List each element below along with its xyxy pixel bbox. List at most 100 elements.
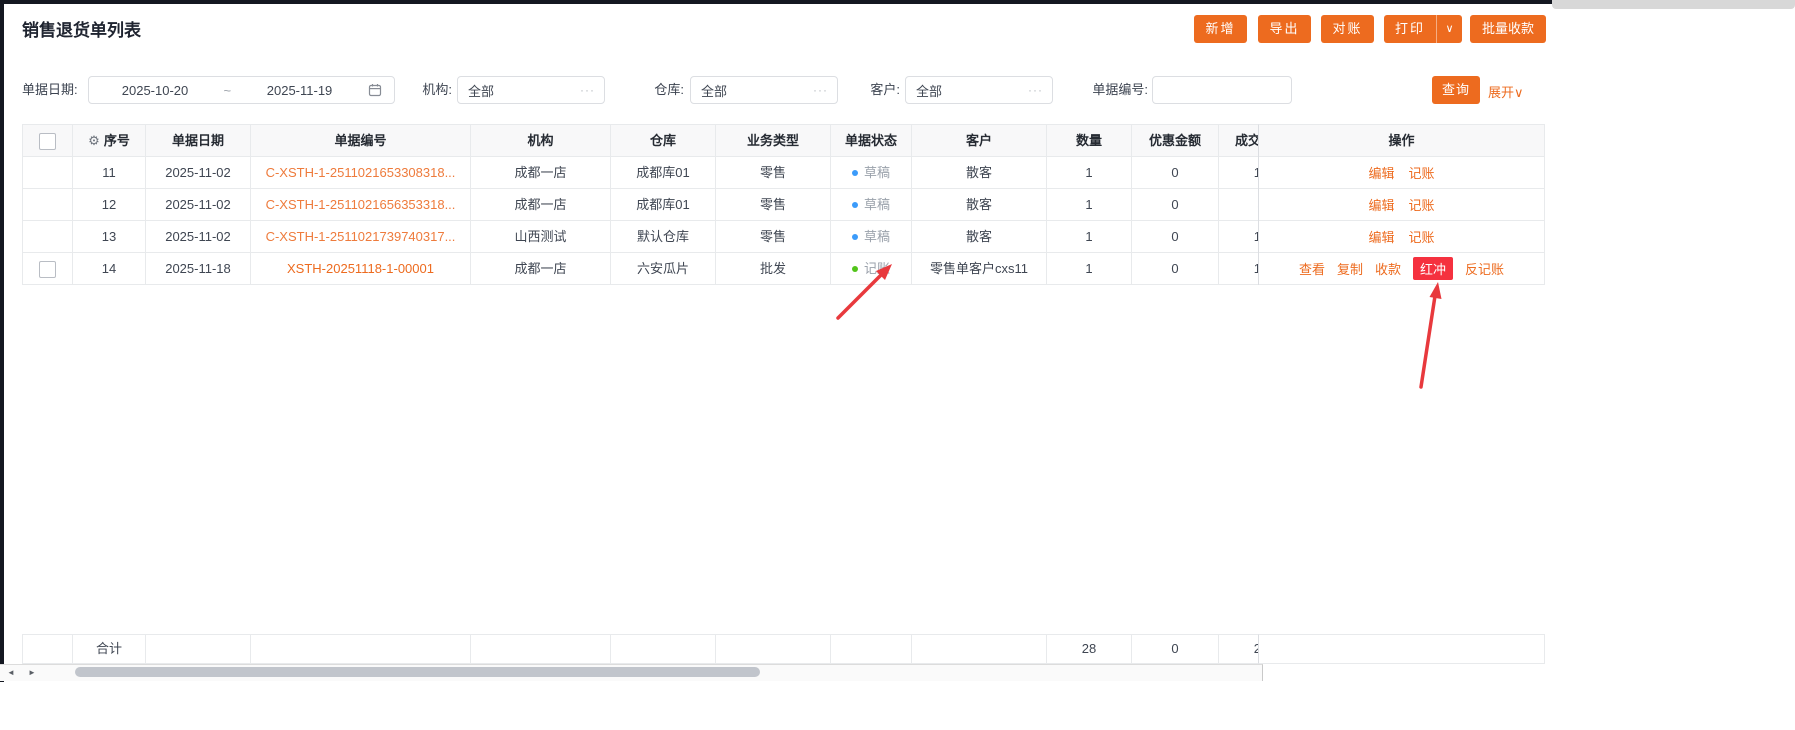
- bill-no-input[interactable]: [1153, 77, 1291, 103]
- reconcile-button[interactable]: 对账: [1321, 15, 1374, 43]
- actions-row: 编辑 记账: [1259, 189, 1544, 221]
- cell-warehouse: 六安瓜片: [611, 253, 716, 284]
- cell-warehouse: 默认仓库: [611, 221, 716, 252]
- add-button[interactable]: 新增: [1194, 15, 1247, 43]
- cell-customer: 散客: [912, 157, 1047, 188]
- actions-column: 操作 编辑 记账 编辑 记账 编辑 记账 查看 复制 收款 红冲 反记账: [1258, 124, 1545, 285]
- column-settings-gear-icon[interactable]: ⚙: [88, 133, 100, 148]
- date-to-value[interactable]: 2025-11-19: [246, 83, 354, 98]
- totals-qty: 28: [1047, 635, 1132, 663]
- red-flush-button[interactable]: 红冲: [1413, 257, 1454, 280]
- customer-filter-label: 客户:: [870, 82, 900, 97]
- table-row: 11 2025-11-02 C-XSTH-1-2511021653308318.…: [23, 157, 1258, 189]
- cell-date: 2025-11-02: [146, 189, 251, 220]
- cell-discount: 0: [1132, 157, 1219, 188]
- warehouse-select-value: 全部: [701, 83, 728, 99]
- header-discount: 优惠金额: [1132, 125, 1219, 156]
- cell-seq: 12: [73, 189, 146, 220]
- horizontal-scrollbar-thumb[interactable]: [75, 667, 760, 677]
- edit-link[interactable]: 编辑: [1368, 227, 1394, 246]
- status-dot-draft: [851, 234, 858, 240]
- window-left-edge: [0, 0, 4, 682]
- cell-org: 成都一店: [471, 253, 611, 284]
- batch-receive-button[interactable]: 批量收款: [1470, 15, 1546, 43]
- status-dot-draft: [851, 202, 858, 208]
- print-dropdown-caret-icon[interactable]: ∨: [1436, 15, 1462, 43]
- totals-actions-cell: [1258, 634, 1545, 664]
- cell-qty: 1: [1047, 253, 1132, 284]
- table-row: 14 2025-11-18 XSTH-20251118-1-00001 成都一店…: [23, 253, 1258, 285]
- view-link[interactable]: 查看: [1299, 259, 1325, 278]
- receive-payment-link[interactable]: 收款: [1375, 259, 1401, 278]
- expand-filters-link[interactable]: 展开∨: [1488, 82, 1524, 101]
- search-button[interactable]: 查询: [1432, 76, 1480, 104]
- header-amount: 成交金额: [1234, 133, 1258, 148]
- cell-amount: 10: [1219, 157, 1258, 188]
- reverse-post-link[interactable]: 反记账: [1465, 259, 1504, 278]
- row-checkbox[interactable]: [39, 261, 56, 279]
- totals-row: 合计 28 0 20: [22, 634, 1258, 664]
- doc-no-link[interactable]: C-XSTH-1-2511021739740317...: [266, 229, 456, 244]
- customer-select[interactable]: 全部 ···: [905, 76, 1053, 104]
- cell-biz-type: 零售: [716, 189, 831, 220]
- cell-date: 2025-11-02: [146, 221, 251, 252]
- post-link[interactable]: 记账: [1409, 163, 1435, 182]
- cell-discount: 0: [1132, 253, 1219, 284]
- customer-select-more-icon: ···: [1028, 83, 1043, 97]
- copy-link[interactable]: 复制: [1337, 259, 1363, 278]
- header-biz-type: 业务类型: [716, 125, 831, 156]
- bill-no-filter-label: 单据编号:: [1092, 82, 1148, 97]
- totals-amount: 20: [1219, 635, 1258, 663]
- edit-link[interactable]: 编辑: [1368, 195, 1394, 214]
- header-actions: 操作: [1259, 125, 1544, 157]
- cell-biz-type: 零售: [716, 157, 831, 188]
- org-select-value: 全部: [468, 83, 495, 99]
- export-button[interactable]: 导出: [1258, 15, 1311, 43]
- warehouse-select-more-icon: ···: [813, 83, 828, 97]
- cell-qty: 1: [1047, 221, 1132, 252]
- warehouse-select[interactable]: 全部 ···: [690, 76, 838, 104]
- cell-customer: 散客: [912, 189, 1047, 220]
- page-title: 销售退货单列表: [22, 21, 141, 40]
- org-filter-label: 机构:: [422, 82, 452, 97]
- doc-no-link[interactable]: C-XSTH-1-2511021656353318...: [266, 197, 456, 212]
- doc-no-link[interactable]: C-XSTH-1-2511021653308318...: [266, 165, 456, 180]
- scroll-right-arrow-icon[interactable]: ►: [24, 666, 40, 680]
- org-select-more-icon: ···: [580, 83, 595, 97]
- print-button[interactable]: 打印: [1384, 15, 1436, 43]
- cell-seq: 13: [73, 221, 146, 252]
- header-no: 单据编号: [251, 125, 471, 156]
- cell-customer: 零售单客户cxs11: [912, 253, 1047, 284]
- status-dot-draft: [851, 170, 858, 176]
- actions-row: 编辑 记账: [1259, 221, 1544, 253]
- select-all-checkbox[interactable]: [39, 133, 56, 151]
- header-status: 单据状态: [831, 125, 912, 156]
- post-link[interactable]: 记账: [1409, 227, 1435, 246]
- org-select[interactable]: 全部 ···: [457, 76, 605, 104]
- date-from-value[interactable]: 2025-10-20: [101, 83, 209, 98]
- post-link[interactable]: 记账: [1409, 195, 1435, 214]
- warehouse-filter-label: 仓库:: [654, 82, 684, 97]
- cell-date: 2025-11-02: [146, 157, 251, 188]
- cell-amount: 18: [1219, 221, 1258, 252]
- cell-biz-type: 批发: [716, 253, 831, 284]
- cell-biz-type: 零售: [716, 221, 831, 252]
- scroll-left-arrow-icon[interactable]: ◄: [3, 666, 19, 680]
- date-range-separator: ~: [223, 82, 232, 98]
- date-range-picker[interactable]: 2025-10-20 ~ 2025-11-19: [88, 76, 395, 104]
- sales-return-list-page: 销售退货单列表 新增 导出 对账 打印 ∨ 批量收款 单据日期: 2025-10…: [0, 0, 1795, 730]
- header-org: 机构: [471, 125, 611, 156]
- doc-no-link[interactable]: XSTH-20251118-1-00001: [287, 261, 434, 276]
- table-header-row: ⚙ 序号 单据日期 单据编号 机构 仓库 业务类型 单据状态 客户 数量 优惠金额…: [23, 125, 1258, 157]
- header-select-cell: [23, 125, 73, 156]
- annotation-arrows: [836, 264, 1442, 389]
- header-qty: 数量: [1047, 125, 1132, 156]
- cell-discount: 0: [1132, 189, 1219, 220]
- bill-no-input-box[interactable]: [1152, 76, 1292, 104]
- date-filter-label: 单据日期:: [22, 82, 78, 97]
- cell-seq: 14: [73, 253, 146, 284]
- cell-date: 2025-11-18: [146, 253, 251, 284]
- totals-discount: 0: [1132, 635, 1219, 663]
- edit-link[interactable]: 编辑: [1368, 163, 1394, 182]
- calendar-icon: [368, 83, 382, 97]
